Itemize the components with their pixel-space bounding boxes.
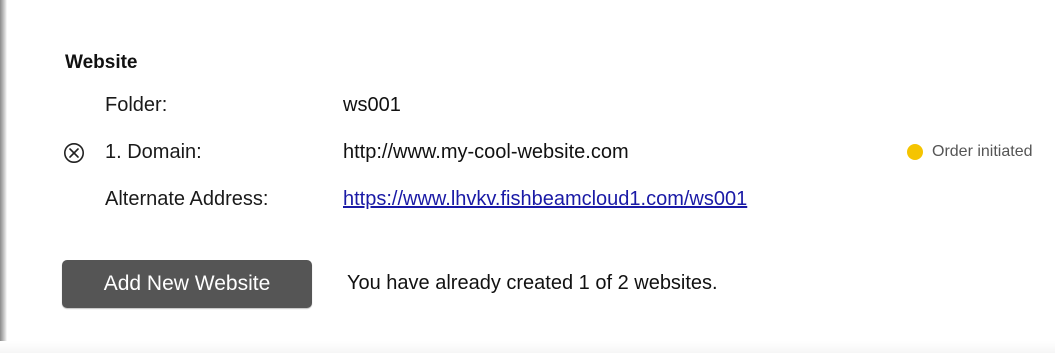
domain-value: http://www.my-cool-website.com [343,141,629,163]
status-text: Order initiated [932,143,1033,160]
bottom-edge [0,341,1055,353]
add-new-website-button[interactable]: Add New Website [62,260,312,308]
status-dot-icon [907,144,923,160]
alternate-address-row: Alternate Address: https://www.lhvkv.fis… [0,188,1055,214]
domain-row: 1. Domain: http://www.my-cool-website.co… [0,141,1055,167]
circled-x-icon[interactable] [63,142,85,164]
folder-value: ws001 [343,94,401,116]
order-status: Order initiated [907,143,1033,161]
website-panel: Website Folder: ws001 1. Domain: http://… [0,0,1055,353]
alternate-address-link[interactable]: https://www.lhvkv.fishbeamcloud1.com/ws0… [343,188,747,210]
folder-label: Folder: [105,94,168,116]
alternate-address-value: https://www.lhvkv.fishbeamcloud1.com/ws0… [343,188,747,211]
alternate-address-label: Alternate Address: [105,188,269,210]
window-edge [0,0,7,353]
section-title: Website [65,52,138,73]
folder-row: Folder: ws001 [0,94,1055,120]
domain-label: 1. Domain: [105,141,202,163]
website-usage-text: You have already created 1 of 2 websites… [347,272,718,294]
